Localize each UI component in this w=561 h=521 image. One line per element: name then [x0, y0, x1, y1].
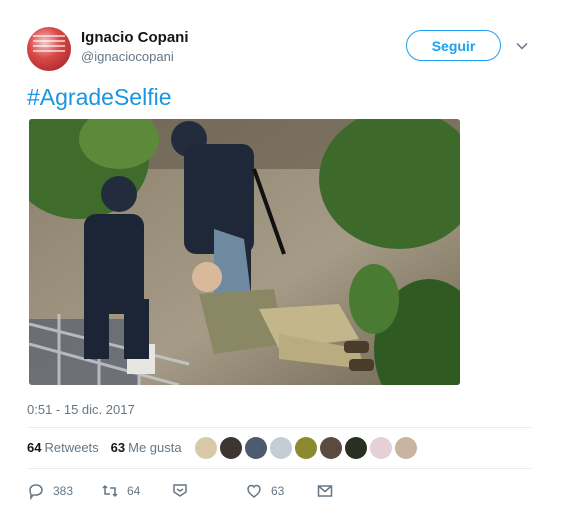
chevron-down-icon[interactable] [516, 40, 528, 52]
avatar[interactable] [220, 437, 242, 459]
avatar[interactable] [345, 437, 367, 459]
divider [27, 468, 531, 469]
tweet-stats: 64 Retweets 63 Me gusta [27, 440, 182, 455]
divider [27, 427, 531, 428]
likes-stat[interactable]: 63 Me gusta [111, 440, 182, 455]
author-name[interactable]: Ignacio Copani [81, 29, 189, 46]
liker-avatars [195, 437, 417, 459]
retweets-count: 64 [27, 440, 42, 455]
retweet-icon [102, 484, 118, 498]
likes-label: Me gusta [128, 440, 182, 455]
retweets-stat[interactable]: 64 Retweets [27, 440, 99, 455]
dm-icon [173, 484, 187, 497]
avatar[interactable] [370, 437, 392, 459]
author-handle[interactable]: @ignaciocopani [81, 49, 174, 64]
dm-button[interactable] [171, 482, 189, 500]
heart-icon [247, 484, 261, 498]
tweet-timestamp[interactable]: 0:51 - 15 dic. 2017 [27, 402, 135, 417]
avatar[interactable] [395, 437, 417, 459]
avatar[interactable] [27, 27, 71, 71]
retweets-label: Retweets [44, 440, 99, 455]
avatar[interactable] [320, 437, 342, 459]
like-count: 63 [271, 484, 285, 498]
retweet-count: 64 [127, 484, 141, 498]
reply-count: 383 [53, 484, 74, 498]
message-button[interactable] [316, 482, 334, 500]
avatar[interactable] [245, 437, 267, 459]
reply-icon [29, 484, 43, 500]
envelope-icon [317, 485, 333, 497]
retweet-button[interactable]: 64 [101, 482, 140, 500]
avatar[interactable] [195, 437, 217, 459]
avatar[interactable] [270, 437, 292, 459]
follow-button[interactable]: Seguir [406, 30, 501, 61]
likes-count: 63 [110, 440, 126, 455]
like-button[interactable]: 63 [245, 482, 284, 500]
tweet-hashtag[interactable]: #AgradeSelfie [27, 84, 172, 111]
avatar[interactable] [295, 437, 317, 459]
reply-button[interactable]: 383 [27, 482, 73, 500]
tweet-photo[interactable] [29, 119, 460, 385]
